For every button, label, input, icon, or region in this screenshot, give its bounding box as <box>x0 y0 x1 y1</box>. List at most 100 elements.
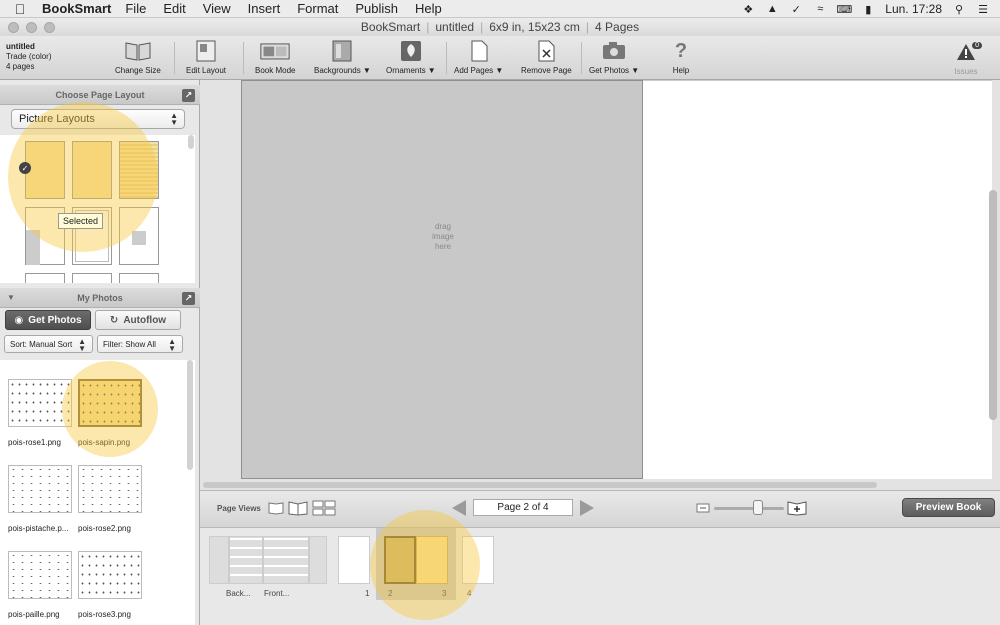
apple-icon[interactable]:  <box>6 1 34 17</box>
menu-view[interactable]: View <box>203 1 231 16</box>
toolbar-divider <box>243 42 244 74</box>
get-photos-toolbar-button[interactable]: Get Photos ▼ <box>589 39 639 77</box>
issues-count-badge: 0 <box>972 42 982 49</box>
zoom-out-icon[interactable] <box>696 499 710 517</box>
add-pages-button[interactable]: Add Pages ▼ <box>454 39 503 77</box>
search-icon[interactable]: ⚲ <box>952 3 966 16</box>
layout-thumbnail[interactable] <box>25 141 65 199</box>
toolbar: untitled Trade (color) 4 pages Change Si… <box>0 36 1000 80</box>
filter-select[interactable]: Filter: Show All ▲ ▼ <box>97 335 183 353</box>
backgrounds-button[interactable]: Backgrounds ▼ <box>314 39 371 77</box>
layout-type-select[interactable]: Picture Layouts ▲ ▼ <box>11 109 185 129</box>
photo-thumbnail[interactable] <box>8 551 72 599</box>
title-separator: | <box>426 20 430 34</box>
title-app: BookSmart <box>360 20 421 34</box>
front-cover-page <box>263 536 309 584</box>
layout-thumbnail[interactable] <box>72 273 112 283</box>
book-mode-button[interactable]: Book Mode <box>255 39 295 77</box>
preview-book-button[interactable]: Preview Book <box>902 498 995 517</box>
list-icon[interactable]: ☰ <box>976 3 990 16</box>
next-page-button[interactable] <box>580 500 594 516</box>
layout-thumbnail[interactable] <box>119 273 159 283</box>
menu-insert[interactable]: Insert <box>248 1 281 16</box>
popout-icon[interactable]: ↗ <box>182 292 195 305</box>
page-2-canvas[interactable]: drag image here <box>241 80 643 479</box>
photo-name: pois-pistache.p... <box>8 524 69 533</box>
help-button[interactable]: ? Help <box>666 39 696 77</box>
checkmark-icon[interactable]: ✓ <box>789 3 803 16</box>
book-mode-icon <box>260 39 290 63</box>
grid-view-icon[interactable] <box>312 499 336 517</box>
edit-layout-button[interactable]: Edit Layout <box>186 39 226 77</box>
single-page-view-icon[interactable] <box>268 499 284 517</box>
keyboard-icon[interactable]: ⌨ <box>836 3 852 16</box>
filmstrip-label: Front... <box>264 589 290 598</box>
sort-select[interactable]: Sort: Manual Sort ▲ ▼ <box>4 335 93 353</box>
menu-publish[interactable]: Publish <box>355 1 398 16</box>
remove-page-button[interactable]: Remove Page <box>521 39 572 77</box>
toolbar-divider <box>174 42 175 74</box>
get-photos-toolbar-label: Get Photos ▼ <box>589 66 640 75</box>
canvas-horizontal-scrollbar[interactable] <box>203 482 877 488</box>
page-2 <box>384 536 416 584</box>
menubar-clock[interactable]: Lun. 17:28 <box>885 2 942 16</box>
photo-thumbnail[interactable] <box>8 379 72 427</box>
book-mode-label: Book Mode <box>255 66 296 75</box>
menu-app-name[interactable]: BookSmart <box>42 1 111 16</box>
remove-page-icon <box>531 39 561 63</box>
zoom-window-button[interactable] <box>44 22 55 33</box>
photo-thumbnail[interactable] <box>8 465 72 513</box>
layout-thumbnail[interactable] <box>119 207 159 265</box>
layout-thumbnail[interactable] <box>72 141 112 199</box>
photos-scrollbar[interactable] <box>187 360 193 470</box>
ornaments-button[interactable]: Ornaments ▼ <box>386 39 436 77</box>
popout-icon[interactable]: ↗ <box>182 89 195 102</box>
window-title-bar: BookSmart | untitled | 6x9 in, 15x23 cm … <box>0 18 1000 36</box>
filter-value: Filter: Show All <box>103 339 156 349</box>
chevron-updown-icon: ▲ ▼ <box>78 337 86 353</box>
camera-icon <box>599 39 629 63</box>
zoom-slider-knob[interactable] <box>753 500 763 515</box>
page-3-canvas[interactable] <box>643 80 992 479</box>
filmstrip-label: 1 <box>365 589 370 598</box>
issues-button[interactable]: 0 Issues <box>952 40 982 76</box>
edit-layout-label: Edit Layout <box>186 66 227 75</box>
question-icon: ? <box>674 39 688 62</box>
adobe-icon[interactable]: ▲ <box>765 3 779 15</box>
layout-thumbnail[interactable] <box>119 141 159 199</box>
change-size-button[interactable]: Change Size <box>115 39 161 77</box>
photo-thumbnail[interactable] <box>78 379 142 427</box>
layout-panel-header: Choose Page Layout ↗ <box>0 85 200 105</box>
canvas-vertical-scrollbar[interactable] <box>989 190 997 420</box>
menu-help[interactable]: Help <box>415 1 442 16</box>
autoflow-button[interactable]: ↻ Autoflow <box>95 310 181 330</box>
close-window-button[interactable] <box>8 22 19 33</box>
minimize-window-button[interactable] <box>26 22 37 33</box>
book-format: Trade (color) <box>6 52 52 61</box>
battery-icon[interactable]: ▮ <box>861 3 875 16</box>
zoom-slider-track[interactable] <box>714 507 784 510</box>
layout-thumbnails <box>0 135 195 283</box>
photo-thumbnail[interactable] <box>78 465 142 513</box>
cover-spine <box>229 536 263 584</box>
book-icon <box>123 39 153 63</box>
menu-file[interactable]: File <box>125 1 146 16</box>
change-size-label: Change Size <box>115 66 161 75</box>
collapse-icon[interactable]: ▼ <box>7 293 15 302</box>
layout-thumbnail[interactable] <box>25 273 65 283</box>
page-indicator-field[interactable]: Page 2 of 4 <box>473 499 573 516</box>
layout-type-value: Picture Layouts <box>19 113 95 125</box>
wifi-icon[interactable]: ≈ <box>813 3 827 15</box>
dropbox-icon[interactable]: ❖ <box>741 3 755 16</box>
photo-thumbnail[interactable] <box>78 551 142 599</box>
menu-format[interactable]: Format <box>297 1 338 16</box>
menu-edit[interactable]: Edit <box>163 1 185 16</box>
zoom-in-icon[interactable] <box>787 499 807 517</box>
previous-page-button[interactable] <box>452 500 466 516</box>
filmstrip-label: 4 <box>467 589 472 598</box>
ornaments-icon <box>396 39 426 63</box>
photo-name: pois-sapin.png <box>78 438 131 447</box>
layout-scrollbar[interactable] <box>188 135 194 149</box>
get-photos-button[interactable]: ◉ Get Photos <box>5 310 91 330</box>
spread-view-icon[interactable] <box>288 499 308 517</box>
